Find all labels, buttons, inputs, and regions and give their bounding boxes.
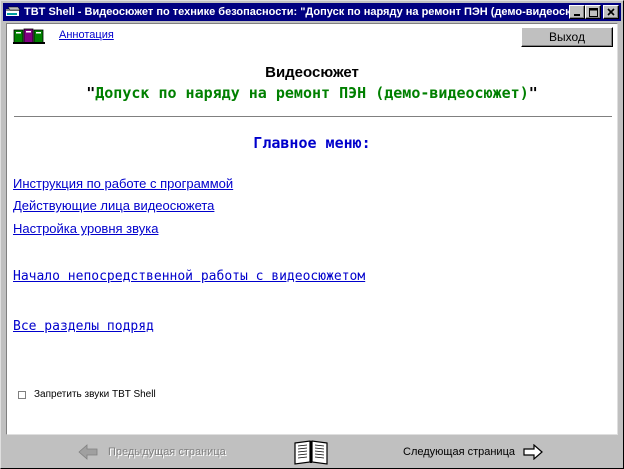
content-pane: Аннотация Выход Видеосюжет "Допуск по на… — [6, 23, 618, 435]
quote-close: " — [528, 84, 538, 102]
annotation-link[interactable]: Аннотация — [59, 29, 114, 41]
divider — [14, 116, 612, 118]
video-subtitle: "Допуск по наряду на ремонт ПЭН (демо-ви… — [7, 84, 617, 102]
menu-link-instructions[interactable]: Инструкция по работе с программой — [13, 176, 233, 191]
main-menu-heading: Главное меню: — [253, 134, 371, 152]
navigation-bar: Предыдущая страница Следующая страница — [3, 437, 621, 467]
window-controls — [569, 5, 619, 19]
next-arrow-icon[interactable] — [523, 443, 543, 461]
app-window: TBT Shell - Видеосюжет по технике безопа… — [0, 0, 624, 469]
quote-open: " — [86, 84, 96, 102]
menu-link-start-work[interactable]: Начало непосредственной работы с видеосю… — [13, 269, 365, 284]
minimize-icon — [574, 14, 580, 16]
app-icon[interactable] — [5, 5, 21, 19]
video-title: Допуск по наряду на ремонт ПЭН (демо-вид… — [95, 84, 529, 102]
maximize-icon — [588, 7, 598, 17]
mute-sounds-option: Запретить звуки TBT Shell — [18, 389, 156, 400]
minimize-button[interactable] — [569, 5, 585, 19]
menu-link-sound-settings[interactable]: Настройка уровня звука — [13, 221, 158, 236]
prev-arrow-icon — [78, 444, 98, 460]
window-title: TBT Shell - Видеосюжет по технике безопа… — [24, 6, 569, 18]
book-contents-icon[interactable] — [293, 439, 329, 465]
close-icon — [607, 8, 615, 16]
books-icon[interactable] — [13, 28, 51, 44]
menu-link-all-sections[interactable]: Все разделы подряд — [13, 319, 154, 334]
maximize-button[interactable] — [585, 5, 601, 19]
close-button[interactable] — [603, 5, 619, 19]
prev-page-button: Предыдущая страница — [108, 446, 226, 458]
exit-button[interactable]: Выход — [521, 27, 613, 47]
title-bar[interactable]: TBT Shell - Видеосюжет по технике безопа… — [3, 3, 621, 21]
video-heading: Видеосюжет — [265, 64, 359, 81]
menu-link-characters[interactable]: Действующие лица видеосюжета — [13, 198, 214, 213]
next-page-button[interactable]: Следующая страница — [403, 446, 515, 458]
mute-sounds-label: Запретить звуки TBT Shell — [34, 389, 156, 400]
mute-sounds-checkbox[interactable] — [18, 390, 26, 399]
